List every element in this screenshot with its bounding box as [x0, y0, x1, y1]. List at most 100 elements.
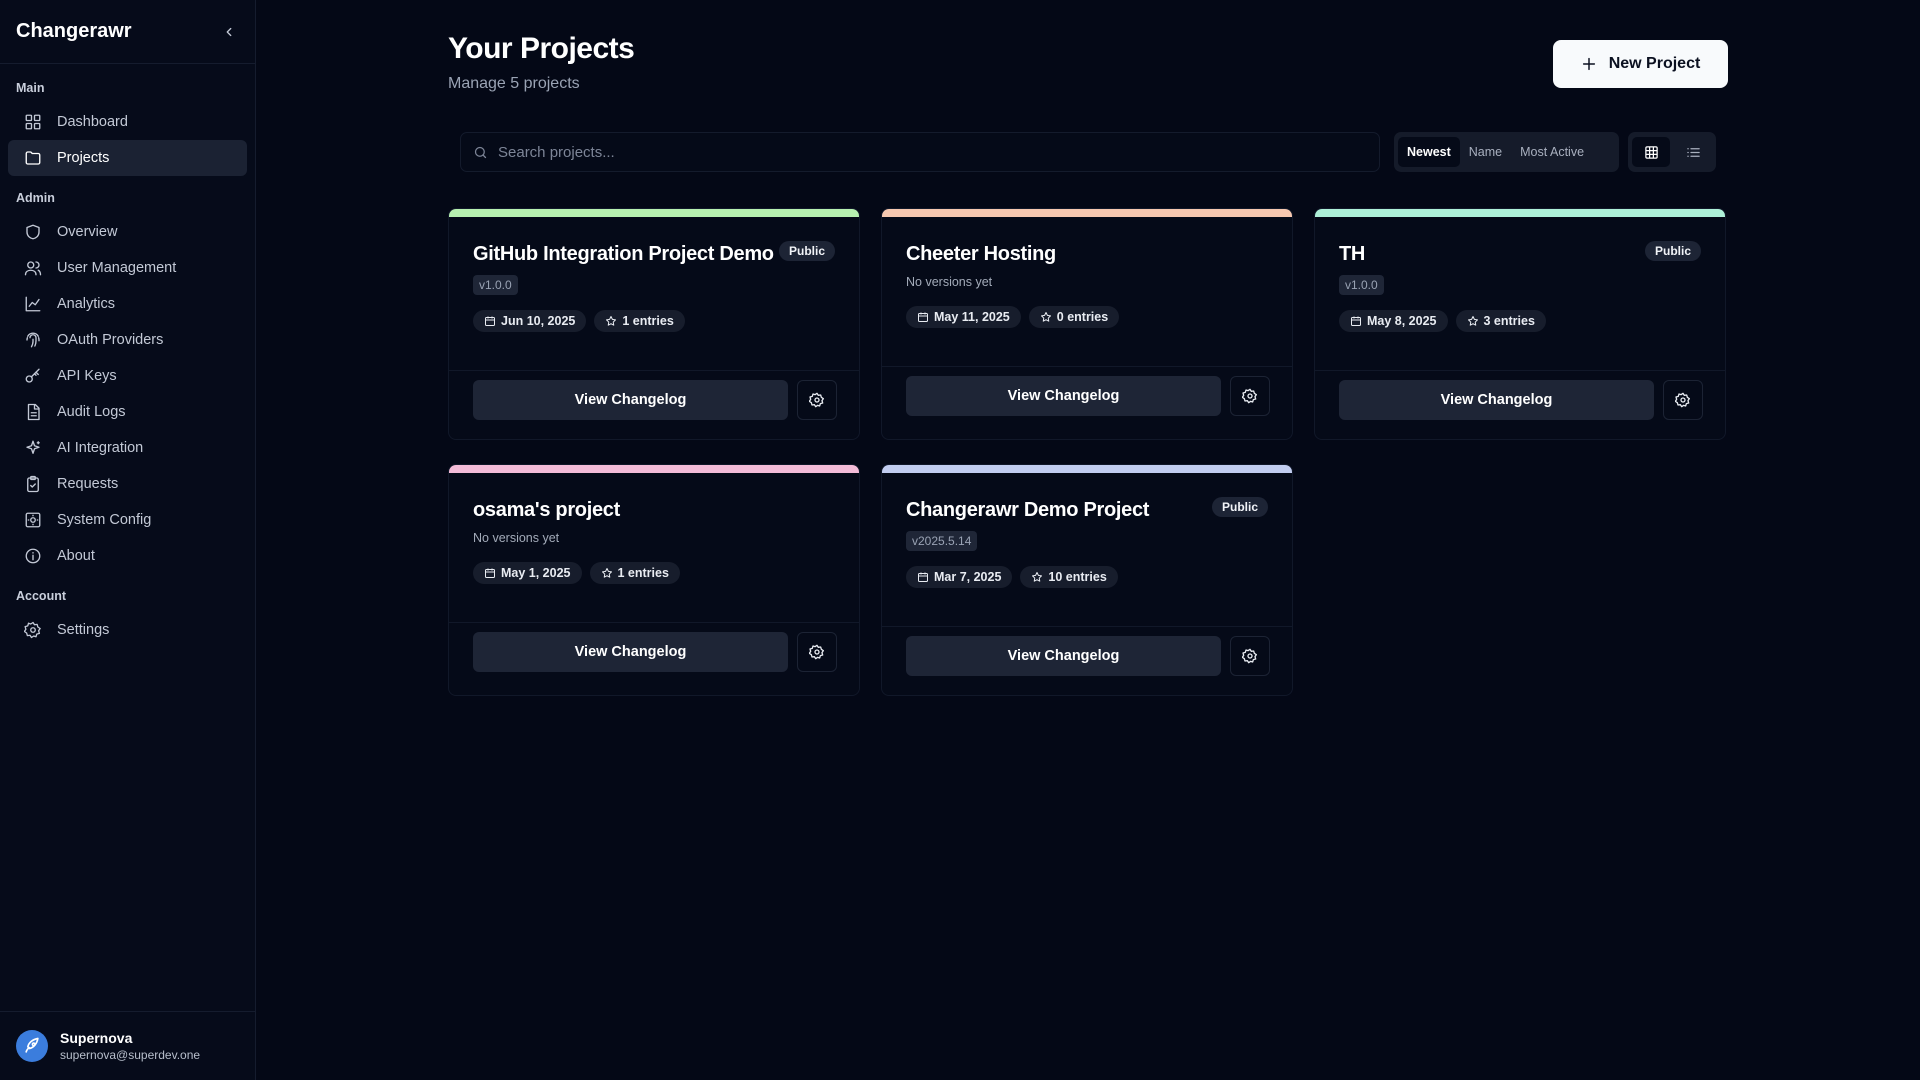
sidebar-item-label: Requests	[57, 476, 119, 492]
sidebar-item-settings[interactable]: Settings	[8, 612, 247, 648]
version-tag: v2025.5.14	[906, 531, 978, 551]
new-project-button[interactable]: New Project	[1553, 40, 1728, 88]
project-card[interactable]: osama's project No versions yet May 1, 2…	[448, 464, 860, 696]
key-icon	[25, 368, 40, 383]
version-tag: v1.0.0	[1339, 275, 1384, 295]
entries-count: 1 entries	[617, 566, 669, 580]
user-profile[interactable]: Supernova supernova@superdev.one	[0, 1011, 255, 1080]
project-date: May 8, 2025	[1367, 314, 1437, 328]
sidebar-item-label: User Management	[57, 260, 177, 276]
view-changelog-button[interactable]: View Changelog	[473, 380, 788, 420]
date-pill: May 8, 2025	[1339, 310, 1448, 332]
sidebar-item-analytics[interactable]: Analytics	[8, 286, 247, 322]
star-icon	[606, 316, 617, 326]
sidebar: Changerawr Main Dashboard Projects Admin…	[0, 0, 256, 1080]
project-meta: May 8, 2025 3 entries	[1339, 310, 1546, 332]
public-badge: Public	[1211, 497, 1268, 517]
card-accent-bar	[882, 465, 1292, 473]
gear-icon	[1242, 648, 1257, 664]
project-settings-button[interactable]	[1663, 380, 1703, 420]
config-icon	[25, 512, 41, 528]
sidebar-item-overview[interactable]: Overview	[8, 214, 247, 250]
view-changelog-button[interactable]: View Changelog	[473, 632, 788, 672]
rocket-icon	[25, 1037, 39, 1053]
project-settings-button[interactable]	[797, 632, 837, 672]
project-settings-button[interactable]	[1230, 376, 1270, 416]
sidebar-item-dashboard[interactable]: Dashboard	[8, 104, 247, 140]
entries-count: 0 entries	[1056, 310, 1109, 324]
project-meta: Jun 10, 2025 1 entries	[473, 310, 685, 332]
sidebar-item-system-config[interactable]: System Config	[8, 502, 247, 538]
sidebar-item-label: Dashboard	[57, 114, 128, 130]
view-changelog-button[interactable]: View Changelog	[1339, 380, 1654, 420]
sort-option-name[interactable]: Name	[1460, 137, 1511, 167]
project-meta: May 1, 2025 1 entries	[473, 562, 680, 584]
sidebar-item-label: OAuth Providers	[57, 332, 164, 348]
sidebar-item-label: About	[57, 548, 95, 564]
sparkles-icon	[26, 440, 40, 454]
project-settings-button[interactable]	[797, 380, 837, 420]
date-pill: Mar 7, 2025	[906, 566, 1013, 588]
view-changelog-button[interactable]: View Changelog	[906, 636, 1221, 676]
user-email: supernova@superdev.one	[60, 1048, 201, 1062]
grid-icon	[1644, 145, 1658, 159]
card-accent-bar	[449, 465, 859, 473]
public-badge: Public	[778, 241, 835, 261]
search-icon	[474, 146, 487, 158]
sidebar-item-label: Overview	[57, 224, 118, 240]
sort-option-newest[interactable]: Newest	[1398, 137, 1460, 167]
search-box	[460, 132, 1380, 172]
date-pill: Jun 10, 2025	[473, 310, 587, 332]
card-accent-bar	[882, 209, 1292, 217]
project-meta: Mar 7, 2025 10 entries	[906, 566, 1118, 588]
calendar-icon	[485, 568, 495, 578]
sort-option-most-active[interactable]: Most Active	[1511, 137, 1593, 167]
sidebar-item-ai-integration[interactable]: AI Integration	[8, 430, 247, 466]
grid-view-button[interactable]	[1632, 137, 1670, 167]
calendar-icon	[918, 572, 928, 582]
sidebar-item-projects[interactable]: Projects	[8, 140, 247, 176]
collapse-sidebar-button[interactable]	[219, 22, 239, 42]
gear-icon	[1242, 388, 1257, 404]
sidebar-item-label: API Keys	[57, 368, 117, 384]
card-divider	[449, 370, 859, 371]
folder-icon	[25, 151, 41, 165]
project-card[interactable]: TH Public v1.0.0 May 8, 2025 3 entries V…	[1314, 208, 1726, 440]
project-date: Jun 10, 2025	[501, 314, 576, 328]
project-card[interactable]: Changerawr Demo Project Public v2025.5.1…	[881, 464, 1293, 696]
star-icon	[601, 568, 612, 578]
sidebar-item-oauth-providers[interactable]: OAuth Providers	[8, 322, 247, 358]
search-input[interactable]	[498, 143, 1358, 161]
project-card[interactable]: GitHub Integration Project Demo Public v…	[448, 208, 860, 440]
date-pill: May 11, 2025	[906, 306, 1021, 328]
section-label-account: Account	[16, 589, 66, 603]
info-icon	[25, 548, 41, 564]
file-text-icon	[27, 403, 40, 421]
sidebar-item-label: Settings	[57, 622, 110, 638]
list-view-button[interactable]	[1674, 137, 1712, 167]
calendar-icon	[1351, 316, 1361, 326]
card-divider	[1315, 370, 1725, 371]
sidebar-item-api-keys[interactable]: API Keys	[8, 358, 247, 394]
version-tag: v1.0.0	[473, 275, 518, 295]
entries-count: 10 entries	[1048, 570, 1107, 584]
section-label-admin: Admin	[16, 191, 55, 205]
project-name: TH	[1339, 243, 1366, 265]
entries-pill: 10 entries	[1020, 566, 1118, 588]
sidebar-item-user-management[interactable]: User Management	[8, 250, 247, 286]
project-name: GitHub Integration Project Demo	[473, 243, 774, 265]
sidebar-item-label: AI Integration	[57, 440, 144, 456]
gear-icon	[809, 644, 824, 660]
project-settings-button[interactable]	[1230, 636, 1270, 676]
avatar	[16, 1030, 48, 1062]
sidebar-item-about[interactable]: About	[8, 538, 247, 574]
star-icon	[1032, 572, 1043, 582]
no-versions-text: No versions yet	[906, 275, 993, 289]
clipboard-icon	[27, 475, 39, 493]
sidebar-item-audit-logs[interactable]: Audit Logs	[8, 394, 247, 430]
entries-pill: 1 entries	[589, 562, 680, 584]
chevron-left-icon	[226, 27, 232, 36]
sidebar-item-requests[interactable]: Requests	[8, 466, 247, 502]
project-card[interactable]: Cheeter Hosting No versions yet May 11, …	[881, 208, 1293, 440]
view-changelog-button[interactable]: View Changelog	[906, 376, 1221, 416]
